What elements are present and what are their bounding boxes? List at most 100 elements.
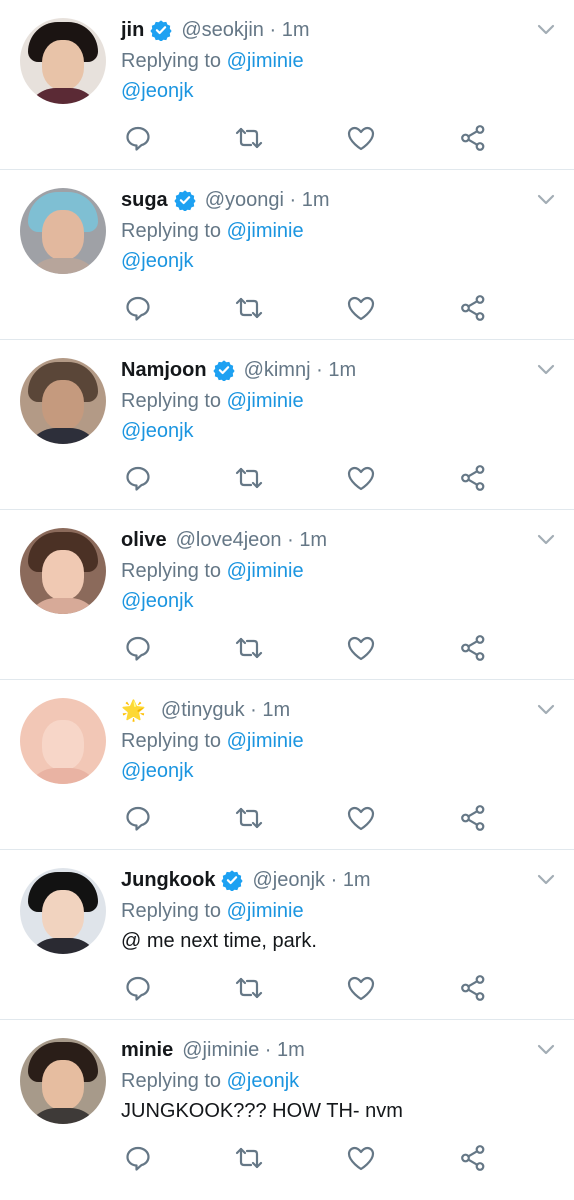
tweet-content: olive @love4jeon · 1m Replying to @jimin… [121,524,524,616]
chevron-down-icon[interactable] [536,702,556,716]
user-handle[interactable]: @jeonjk [252,869,325,891]
tweet[interactable]: 🌟 @tinyguk · 1m Replying to @jiminie @je… [0,680,574,850]
share-icon[interactable] [458,293,488,323]
user-handle[interactable]: @love4jeon [176,529,282,551]
tweet-body: @ me next time, park. [121,930,317,952]
replying-to-handle[interactable]: @jiminie [227,900,304,922]
replying-to-label: Replying to [121,560,222,582]
display-name[interactable]: suga [121,189,168,212]
tweet-content: 🌟 @tinyguk · 1m Replying to @jiminie @je… [121,694,524,786]
user-handle[interactable]: @jiminie [182,1039,259,1061]
retweet-icon[interactable] [234,123,264,153]
reply-icon[interactable] [123,463,153,493]
chevron-down-icon[interactable] [536,1042,556,1056]
display-name[interactable]: Namjoon [121,359,207,382]
replying-to-label: Replying to [121,1070,222,1092]
replying-line: Replying to @jiminie [121,556,524,586]
reply-icon[interactable] [123,293,153,323]
display-name[interactable]: minie [121,1039,173,1062]
chevron-down-icon[interactable] [536,532,556,546]
replying-to-label: Replying to [121,220,222,242]
avatar-face [42,550,84,600]
retweet-icon[interactable] [234,1143,264,1173]
retweet-icon[interactable] [234,803,264,833]
display-name[interactable]: jin [121,19,144,42]
avatar-face [42,1060,84,1110]
tweet-time[interactable]: 1m [328,359,356,381]
display-name[interactable]: Jungkook [121,869,215,892]
reply-icon[interactable] [123,633,153,663]
meta-separator: · [264,1038,272,1061]
tweet[interactable]: jin @seokjin · 1m Replying to @jiminie @… [0,0,574,170]
share-icon[interactable] [458,633,488,663]
avatar[interactable] [20,868,106,954]
heart-icon[interactable] [346,633,376,663]
user-handle[interactable]: @yoongi [205,189,284,211]
tweet[interactable]: Jungkook @jeonjk · 1m Replying to @jimin… [0,850,574,1020]
share-icon[interactable] [458,1143,488,1173]
tweet-header: 🌟 @tinyguk · 1m [121,694,524,726]
replying-to-handle[interactable]: @jeonjk [227,1070,300,1092]
user-handle[interactable]: @tinyguk [161,699,245,721]
replying-to-handle[interactable]: @jiminie [227,560,304,582]
share-icon[interactable] [458,803,488,833]
tweet-time[interactable]: 1m [302,189,330,211]
reply-icon[interactable] [123,1143,153,1173]
replying-to-handle[interactable]: @jiminie [227,50,304,72]
tweet-time[interactable]: 1m [282,19,310,41]
display-name[interactable]: olive [121,529,167,552]
retweet-icon[interactable] [234,973,264,1003]
avatar[interactable] [20,18,106,104]
tweet-time[interactable]: 1m [277,1039,305,1061]
avatar[interactable] [20,528,106,614]
retweet-icon[interactable] [234,463,264,493]
avatar[interactable] [20,188,106,274]
avatar-face [42,210,84,260]
chevron-down-icon[interactable] [536,192,556,206]
verified-badge-icon [212,360,235,381]
avatar-face [42,890,84,940]
tweet-time[interactable]: 1m [299,529,327,551]
tweet-body: @jeonjk [121,590,194,612]
replying-to-label: Replying to [121,900,222,922]
chevron-down-icon[interactable] [536,362,556,376]
share-icon[interactable] [458,123,488,153]
replying-to-handle[interactable]: @jiminie [227,390,304,412]
replying-line: Replying to @jiminie [121,386,524,416]
tweet[interactable]: minie @jiminie · 1m Replying to @jeonjk … [0,1020,574,1200]
heart-icon[interactable] [346,803,376,833]
tweet[interactable]: suga @yoongi · 1m Replying to @jiminie @… [0,170,574,340]
tweet-header: suga @yoongi · 1m [121,184,524,216]
star-emoji-icon: 🌟 [121,699,146,722]
replying-to-label: Replying to [121,50,222,72]
tweet-actions [121,1143,501,1173]
tweet-actions [121,973,501,1003]
tweet-time[interactable]: 1m [262,699,290,721]
retweet-icon[interactable] [234,633,264,663]
heart-icon[interactable] [346,1143,376,1173]
tweet[interactable]: Namjoon @kimnj · 1m Replying to @jiminie… [0,340,574,510]
replying-to-label: Replying to [121,730,222,752]
tweet-actions [121,803,501,833]
avatar[interactable] [20,1038,106,1124]
chevron-down-icon[interactable] [536,22,556,36]
replying-to-handle[interactable]: @jiminie [227,730,304,752]
heart-icon[interactable] [346,463,376,493]
heart-icon[interactable] [346,973,376,1003]
tweet-time[interactable]: 1m [343,869,371,891]
user-handle[interactable]: @kimnj [244,359,311,381]
heart-icon[interactable] [346,123,376,153]
avatar[interactable] [20,358,106,444]
reply-icon[interactable] [123,803,153,833]
share-icon[interactable] [458,973,488,1003]
retweet-icon[interactable] [234,293,264,323]
chevron-down-icon[interactable] [536,872,556,886]
heart-icon[interactable] [346,293,376,323]
reply-icon[interactable] [123,123,153,153]
user-handle[interactable]: @seokjin [181,19,264,41]
tweet[interactable]: olive @love4jeon · 1m Replying to @jimin… [0,510,574,680]
share-icon[interactable] [458,463,488,493]
replying-to-handle[interactable]: @jiminie [227,220,304,242]
reply-icon[interactable] [123,973,153,1003]
avatar[interactable] [20,698,106,784]
